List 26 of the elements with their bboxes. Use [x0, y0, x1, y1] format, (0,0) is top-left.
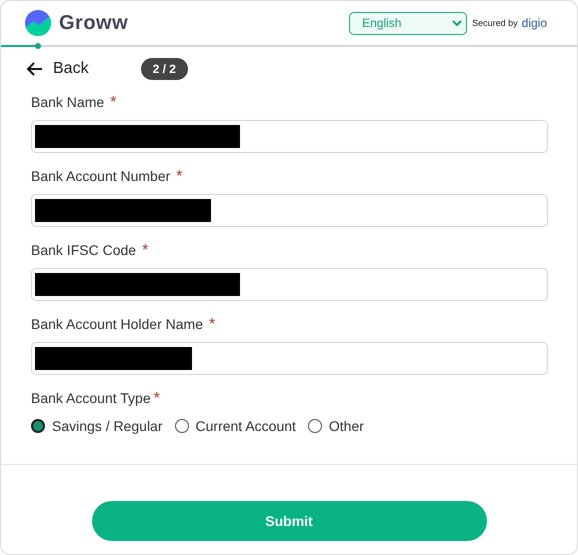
back-arrow-icon [27, 62, 43, 76]
field-label: Bank Account Holder Name [31, 316, 203, 332]
field-label: Bank Name [31, 94, 104, 110]
field-label: Bank IFSC Code [31, 242, 136, 258]
required-mark: * [176, 168, 183, 186]
step-badge: 2 / 2 [140, 58, 188, 80]
field-label: Bank Account Number [31, 168, 170, 184]
chevron-down-icon [452, 19, 462, 27]
radio-option[interactable]: Savings / Regular [31, 418, 163, 434]
required-mark: * [154, 390, 160, 408]
required-mark: * [142, 242, 148, 260]
field-label: Bank Account Type [31, 390, 151, 406]
required-mark: * [110, 94, 116, 112]
input-field[interactable] [31, 342, 548, 375]
back-link[interactable]: Back [27, 60, 89, 78]
radio-option[interactable]: Current Account [174, 418, 296, 434]
brand-name: Groww [59, 12, 128, 34]
input-field[interactable] [31, 120, 548, 153]
secured-by-text: Secured by [472, 18, 518, 28]
input-field[interactable] [31, 194, 548, 227]
progress-dot [35, 43, 42, 49]
provider-logo: digio [522, 16, 547, 30]
radio-option[interactable]: Other [308, 418, 364, 434]
logo-icon [25, 10, 51, 36]
input-field[interactable] [31, 268, 548, 301]
required-mark: * [208, 316, 216, 334]
